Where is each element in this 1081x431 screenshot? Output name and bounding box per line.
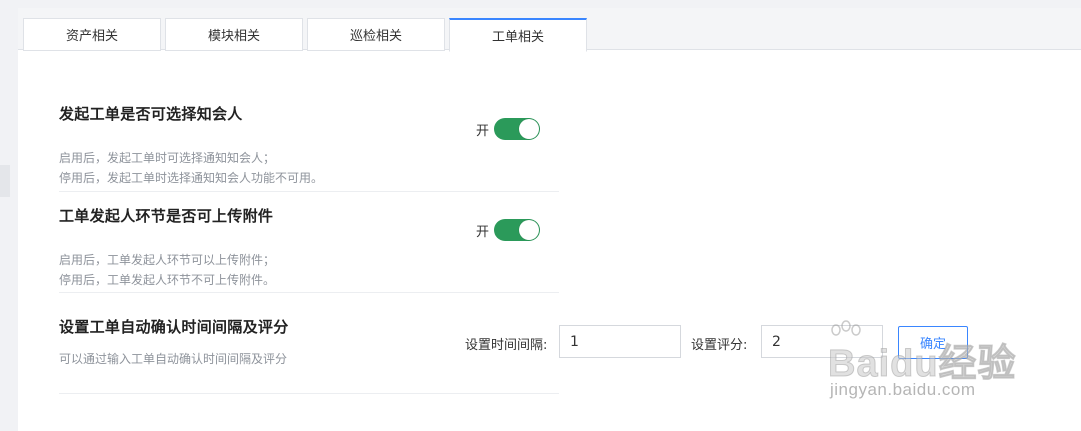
setting-desc-enabled: 启用后，发起工单时可选择通知知会人； (59, 151, 276, 165)
setting-desc-enabled: 启用后，工单发起人环节可以上传附件； (59, 253, 276, 267)
setting-desc-disabled: 停用后，发起工单时选择通知知会人功能不可用。 (59, 171, 324, 185)
settings-panel: 资产相关 模块相关 巡检相关 工单相关 发起工单是否可选择知会人 启用后，发起工… (18, 8, 1081, 431)
divider (59, 393, 559, 394)
tab-assets[interactable]: 资产相关 (23, 18, 161, 51)
setting-notify-person: 发起工单是否可选择知会人 启用后，发起工单时可选择通知知会人； 停用后，发起工单… (59, 103, 559, 188)
interval-input[interactable] (559, 325, 681, 358)
notify-person-toggle[interactable] (494, 118, 541, 140)
tab-inspection[interactable]: 巡检相关 (307, 18, 445, 51)
interval-label: 设置时间间隔: (465, 338, 548, 353)
sidebar-collapse-handle[interactable] (0, 165, 10, 197)
score-input[interactable] (761, 325, 883, 358)
tab-work-orders[interactable]: 工单相关 (449, 18, 587, 52)
toggle-knob (519, 220, 540, 240)
setting-upload-attachment: 工单发起人环节是否可上传附件 启用后，工单发起人环节可以上传附件； 停用后，工单… (59, 205, 559, 290)
divider (59, 292, 559, 293)
toggle-state-label: 开 (476, 224, 490, 240)
divider (59, 191, 559, 192)
setting-desc-disabled: 停用后，工单发起人环节不可上传附件。 (59, 273, 276, 287)
tab-bar: 资产相关 模块相关 巡检相关 工单相关 (18, 8, 1081, 52)
confirm-button[interactable]: 确定 (898, 326, 968, 359)
notify-toggle-group: 开 (476, 118, 541, 140)
toggle-knob (519, 119, 540, 139)
left-sidebar-edge (0, 0, 10, 431)
toggle-state-label: 开 (476, 123, 490, 139)
tab-modules[interactable]: 模块相关 (165, 18, 303, 51)
score-label: 设置评分: (691, 338, 748, 353)
attachment-toggle-group: 开 (476, 219, 541, 241)
upload-attachment-toggle[interactable] (494, 219, 541, 241)
